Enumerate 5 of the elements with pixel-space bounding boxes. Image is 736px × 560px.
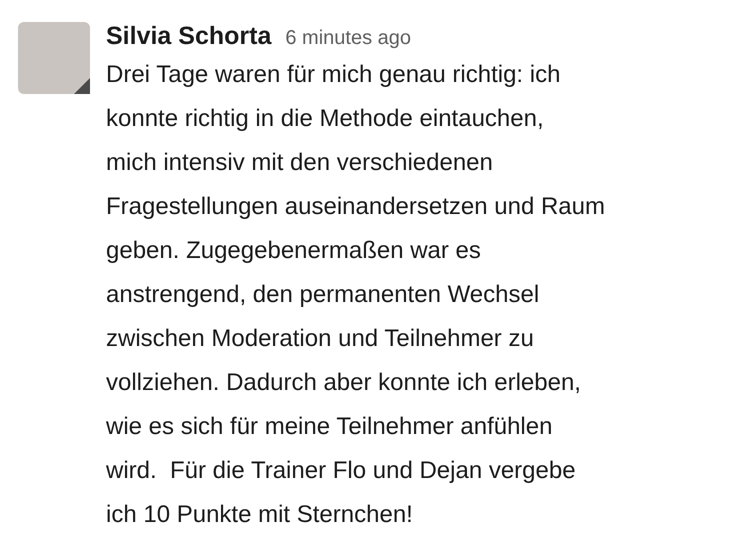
- message-timestamp[interactable]: 6 minutes ago: [285, 27, 411, 50]
- message-text: Drei Tage waren für mich genau richtig: ich konnte richtig in die Methode eintauchen, mich intensiv mit den verschiedenen Fragestellungen auseinandersetzen und Raum geben. Zugegebenermaßen war es anstrengend, den permanenten Wechsel zwischen Moderation und Teilnehmer zu vollziehen. Dadurch aber konnte ich erleben, wie es sich für meine Teilnehmer anfühlen wird. Für die Trainer Flo und Dejan vergebe ich 10 Punkte mit Sternchen!: [106, 60, 605, 530]
- corner-triangle-icon: [74, 78, 90, 94]
- author-name[interactable]: Silvia Schorta: [106, 22, 272, 51]
- avatar-photo-placeholder[interactable]: [18, 22, 90, 94]
